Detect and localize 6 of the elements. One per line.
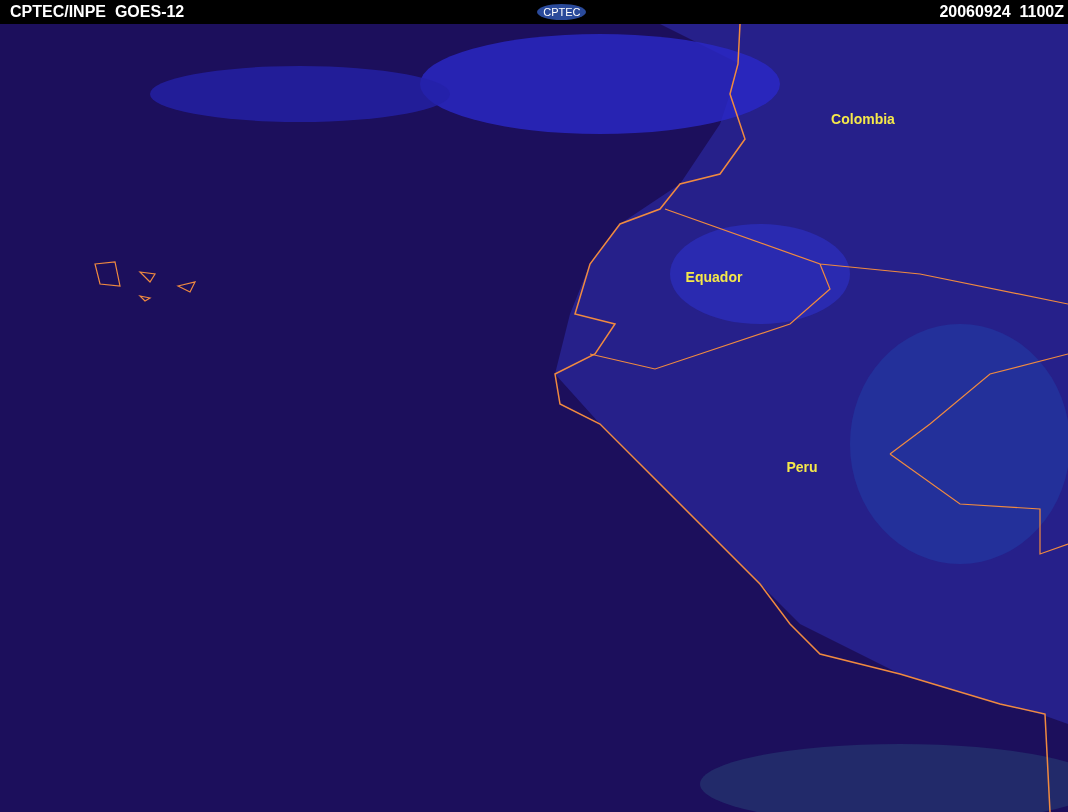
country-label: Equador xyxy=(685,269,743,285)
timestamp-text: 20060924 1100Z xyxy=(939,3,1064,21)
country-label: Colombia xyxy=(831,111,895,127)
country-label: Peru xyxy=(786,459,818,475)
source-text: CPTEC/INPE GOES-12 xyxy=(10,3,185,21)
logo: CPTEC xyxy=(537,4,587,20)
